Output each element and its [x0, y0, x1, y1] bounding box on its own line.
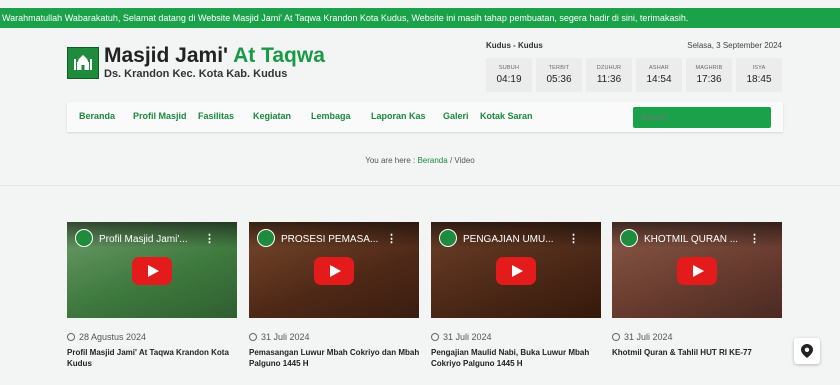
prayer-time-maghrib: MAGHRIB 17:36 [686, 58, 732, 92]
play-button[interactable] [314, 257, 354, 285]
breadcrumb-home-link[interactable]: Beranda [417, 156, 447, 165]
prayer-time-ashar: ASHAR 14:54 [636, 58, 682, 92]
main-nav: Beranda Profil Masjid Fasilitas Kegiatan… [67, 102, 783, 132]
breadcrumb: You are here : Beranda / Video [0, 156, 840, 165]
prayer-name: SUBUH [498, 65, 520, 71]
video-date-text: 31 Juli 2024 [624, 332, 673, 342]
video-overlay-title: PENGAJIAN UMU... [463, 234, 554, 245]
video-date: 31 Juli 2024 [431, 332, 492, 342]
video-date: 28 Agustus 2024 [67, 332, 146, 342]
video-overlay-title: Profil Masjid Jami'... [99, 234, 188, 245]
video-thumbnail[interactable]: KHOTMIL QURAN ... ⋮ [612, 222, 782, 318]
breadcrumb-prefix: You are here : [365, 156, 416, 165]
nav-item-lembaga[interactable]: Lembaga [311, 111, 351, 121]
mosque-icon [74, 55, 92, 70]
more-options-icon[interactable]: ⋮ [386, 232, 397, 245]
search-input[interactable] [633, 107, 771, 128]
nav-item-beranda[interactable]: Beranda [79, 111, 115, 121]
clock-icon [67, 333, 75, 341]
video-date-text: 31 Juli 2024 [261, 332, 310, 342]
current-date: Selasa, 3 September 2024 [687, 41, 782, 50]
prayer-name: TERBIT [548, 65, 570, 71]
video-title[interactable]: Khotmil Quran & Tahlil HUT RI KE-77 [612, 347, 792, 358]
prayer-time: 05:36 [546, 74, 572, 85]
section-divider [0, 185, 840, 186]
video-title[interactable]: Pengajian Maulid Nabi, Buka Luwur Mbah C… [431, 347, 611, 369]
prayer-time: 14:54 [646, 74, 672, 85]
prayer-times: SUBUH 04:19 TERBIT 05:36 DZUHUR 11:36 AS… [486, 58, 782, 92]
prayer-name: ASHAR [649, 65, 669, 71]
prayer-time: 17:36 [696, 74, 722, 85]
play-button[interactable] [677, 257, 717, 285]
play-button[interactable] [496, 257, 536, 285]
video-card[interactable]: KHOTMIL QURAN ... ⋮ 31 Juli 2024 Khotmil… [612, 222, 782, 357]
prayer-time-subuh: SUBUH 04:19 [486, 58, 532, 92]
more-options-icon[interactable]: ⋮ [749, 232, 760, 245]
prayer-time: 04:19 [496, 74, 522, 85]
prayer-name: MAGHRIB [695, 65, 723, 71]
video-thumbnail[interactable]: Profil Masjid Jami'... ⋮ [67, 222, 237, 318]
site-title-accent: At Taqwa [233, 44, 325, 67]
prayer-location: Kudus - Kudus [486, 41, 543, 50]
prayer-time-isya: ISYA 18:45 [736, 58, 782, 92]
prayer-name: ISYA [752, 65, 766, 71]
more-options-icon[interactable]: ⋮ [568, 232, 579, 245]
video-title[interactable]: Pemasangan Luwur Mbah Cokriyo dan Mbah P… [249, 347, 429, 369]
video-overlay-title: KHOTMIL QURAN ... [644, 234, 739, 245]
location-button[interactable] [794, 338, 820, 364]
nav-item-profil-masjid[interactable]: Profil Masjid [133, 111, 187, 121]
clock-icon [431, 333, 439, 341]
nav-item-galeri[interactable]: Galeri [443, 111, 469, 121]
video-card[interactable]: PROSESI PEMASA... ⋮ 31 Juli 2024 Pemasan… [249, 222, 419, 368]
nav-item-fasilitas[interactable]: Fasilitas [198, 111, 234, 121]
video-date: 31 Juli 2024 [612, 332, 673, 342]
prayer-time-dzuhur: DZUHUR 11:36 [586, 58, 632, 92]
site-subtitle: Ds. Krandon Kec. Kota Kab. Kudus [104, 68, 288, 80]
prayer-time: 11:36 [596, 74, 622, 85]
nav-item-kotak-saran[interactable]: Kotak Saran [480, 111, 533, 121]
nav-item-kegiatan[interactable]: Kegiatan [253, 111, 291, 121]
prayer-name: DZUHUR [596, 65, 622, 71]
video-thumbnail[interactable]: PROSESI PEMASA... ⋮ [249, 222, 419, 318]
video-date-text: 28 Agustus 2024 [79, 332, 147, 342]
map-pin-icon [801, 344, 813, 358]
video-date-text: 31 Juli 2024 [443, 332, 492, 342]
breadcrumb-current: Video [454, 156, 475, 165]
prayer-time: 18:45 [746, 74, 772, 85]
channel-avatar [257, 229, 275, 247]
video-card[interactable]: PENGAJIAN UMU... ⋮ 31 Juli 2024 Pengajia… [431, 222, 601, 368]
clock-icon [612, 333, 620, 341]
video-overlay-title: PROSESI PEMASA... [281, 234, 379, 245]
prayer-time-terbit: TERBIT 05:36 [536, 58, 582, 92]
video-title[interactable]: Profil Masjid Jami' At Taqwa Krandon Kot… [67, 347, 247, 369]
site-title-main: Masjid Jami' [104, 44, 229, 67]
site-logo[interactable] [67, 47, 99, 79]
play-button[interactable] [132, 257, 172, 285]
site-title[interactable]: Masjid Jami' At Taqwa [104, 44, 325, 68]
nav-item-laporan-kas[interactable]: Laporan Kas [371, 111, 426, 121]
more-options-icon[interactable]: ⋮ [204, 232, 215, 245]
announcement-marquee: Warahmatullah Wabarakatuh, Selamat datan… [0, 8, 840, 28]
breadcrumb-separator: / [449, 156, 453, 165]
channel-avatar [620, 229, 638, 247]
video-card[interactable]: Profil Masjid Jami'... ⋮ 28 Agustus 2024… [67, 222, 237, 368]
channel-avatar [75, 229, 93, 247]
clock-icon [249, 333, 257, 341]
video-date: 31 Juli 2024 [249, 332, 310, 342]
video-thumbnail[interactable]: PENGAJIAN UMU... ⋮ [431, 222, 601, 318]
channel-avatar [439, 229, 457, 247]
